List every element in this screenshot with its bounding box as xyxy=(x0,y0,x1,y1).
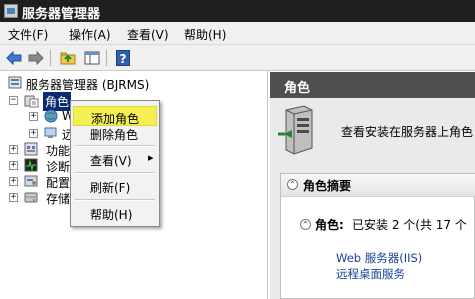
details-pane-title: 角色 xyxy=(284,81,311,96)
server-manager-icon xyxy=(4,4,18,18)
show-hide-tree-icon[interactable] xyxy=(82,48,102,68)
context-menu: 添加角色 删除角色 查看(V) ▸ 刷新(F) 帮助(H) xyxy=(70,100,160,227)
menu-bar: 文件(F) 操作(A) 查看(V) 帮助(H) xyxy=(0,22,475,45)
tree-node-storage[interactable]: 存储 xyxy=(46,190,70,207)
context-menu-remove-roles[interactable]: 删除角色 xyxy=(73,123,157,143)
roles-status-text: 已安装 2 个(共 17 个 xyxy=(352,218,467,232)
tree-node-diagnostics[interactable]: 诊断 xyxy=(46,158,70,175)
context-menu-separator xyxy=(75,172,155,174)
toolbar-separator xyxy=(106,50,107,66)
back-arrow-icon[interactable] xyxy=(4,48,24,68)
window-title: 服务器管理器 xyxy=(22,7,101,22)
storage-icon xyxy=(24,190,38,204)
server-rack-icon xyxy=(276,104,316,156)
roles-icon xyxy=(24,94,39,108)
role-link-remote-desktop[interactable]: 远程桌面服务 xyxy=(336,266,405,282)
roles-description: 查看安装在服务器上角色 xyxy=(341,125,474,139)
web-server-icon xyxy=(44,109,58,123)
title-bar: 服务器管理器 xyxy=(0,0,475,22)
roles-status-label: 角色: xyxy=(315,218,344,232)
context-menu-refresh-label: 刷新(F) xyxy=(90,181,131,195)
expand-icon[interactable]: + xyxy=(9,177,18,186)
configuration-icon xyxy=(24,174,38,188)
features-icon xyxy=(24,142,38,156)
role-link-web-server[interactable]: Web 服务器(IIS) xyxy=(336,250,422,266)
context-menu-remove-roles-label: 删除角色 xyxy=(90,128,139,142)
tree-node-features[interactable]: 功能 xyxy=(46,142,70,159)
help-icon[interactable]: ? xyxy=(113,48,133,68)
expand-icon[interactable]: + xyxy=(29,112,38,121)
forward-arrow-icon[interactable] xyxy=(26,48,46,68)
role-summary-header[interactable]: ⌃ 角色摘要 xyxy=(281,174,475,197)
menu-help[interactable]: 帮助(H) xyxy=(184,26,226,43)
role-summary-title: 角色摘要 xyxy=(303,179,352,193)
expand-icon[interactable]: + xyxy=(9,193,18,202)
context-menu-refresh[interactable]: 刷新(F) xyxy=(73,176,157,196)
diagnostics-icon xyxy=(24,158,38,172)
remote-desktop-icon xyxy=(44,126,58,140)
menu-view[interactable]: 查看(V) xyxy=(127,26,169,43)
context-menu-separator xyxy=(75,145,155,147)
tree-node-configuration[interactable]: 配置 xyxy=(46,174,70,191)
context-menu-separator xyxy=(75,199,155,201)
collapse-subsection-icon[interactable]: ⌃ xyxy=(300,219,311,230)
collapse-icon[interactable]: − xyxy=(9,96,18,105)
submenu-arrow-icon: ▸ xyxy=(148,151,154,164)
toolbar: ? xyxy=(0,45,475,71)
menu-action[interactable]: 操作(A) xyxy=(69,26,111,43)
help-glyph: ? xyxy=(116,50,130,66)
context-menu-view[interactable]: 查看(V) ▸ xyxy=(73,149,157,169)
expand-icon[interactable]: + xyxy=(29,129,38,138)
toolbar-separator xyxy=(50,50,51,66)
tree-root-server-manager[interactable]: 服务器管理器 (BJRMS) xyxy=(26,76,149,93)
context-menu-help[interactable]: 帮助(H) xyxy=(73,203,157,223)
expand-icon[interactable]: + xyxy=(9,161,18,170)
collapse-section-icon[interactable]: ⌃ xyxy=(287,179,298,190)
server-manager-node-icon xyxy=(8,76,22,90)
up-folder-icon[interactable] xyxy=(58,48,78,68)
details-pane-header: 角色 xyxy=(270,72,475,98)
menu-file[interactable]: 文件(F) xyxy=(8,26,48,43)
context-menu-view-label: 查看(V) xyxy=(90,154,132,168)
context-menu-help-label: 帮助(H) xyxy=(90,208,133,222)
expand-icon[interactable]: + xyxy=(9,145,18,154)
